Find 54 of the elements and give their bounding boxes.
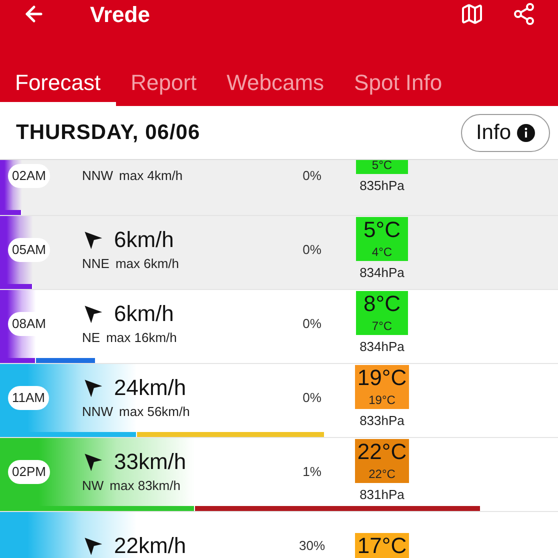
- pressure: 834hPa: [360, 338, 404, 356]
- temperature: 19°C: [357, 365, 407, 392]
- pressure: 834hPa: [360, 264, 404, 282]
- rain-chance: 0%: [302, 390, 322, 405]
- wind-speed: 33km/h: [114, 448, 186, 476]
- info-button[interactable]: Info: [460, 114, 550, 152]
- feels-like: 22°C: [368, 466, 396, 484]
- wind-direction: NE: [82, 329, 100, 348]
- window-title: Vrede: [90, 0, 150, 28]
- temperature: 5°C: [364, 217, 400, 244]
- feels-like: 4°C: [372, 244, 392, 262]
- wind-speed: 22km/h: [114, 532, 186, 558]
- rain-chance: 30%: [298, 538, 326, 553]
- rain-chance: 0%: [302, 168, 322, 183]
- wind-direction: NNW: [82, 167, 114, 186]
- feels-like: 7°C: [372, 318, 392, 336]
- temperature: 22°C: [357, 439, 407, 466]
- time-label: 02PM: [8, 460, 50, 484]
- pressure: 831hPa: [360, 486, 404, 504]
- max-gust: max 4km/h: [119, 167, 183, 186]
- tab[interactable]: Spot Info: [339, 62, 458, 106]
- wind-arrow-icon: [82, 451, 104, 474]
- time-label: 11AM: [8, 386, 49, 410]
- wind-arrow-icon: [82, 229, 104, 252]
- rain-chance: 1%: [302, 464, 322, 479]
- time-label: 05AM: [8, 238, 50, 262]
- time-label: 02AM: [8, 164, 50, 188]
- temperature: 8°C: [364, 291, 400, 318]
- pressure: 835hPa: [360, 177, 404, 196]
- wind-arrow-icon: [82, 377, 104, 400]
- tab[interactable]: Report: [116, 62, 212, 106]
- max-gust: max 83km/h: [110, 477, 180, 496]
- feels-like: 19°C: [368, 392, 396, 410]
- rain-chance: 0%: [302, 242, 322, 257]
- wind-speed: 6km/h: [114, 226, 174, 254]
- wind-arrow-icon: [82, 535, 104, 557]
- info-icon: [517, 124, 535, 142]
- tab[interactable]: Webcams: [212, 62, 340, 106]
- wind-speed: 24km/h: [114, 374, 186, 402]
- day-title: THURSDAY, 06/06: [16, 120, 200, 146]
- wind-speed: 6km/h: [114, 300, 174, 328]
- feels-like: 5°C: [372, 160, 392, 174]
- map-icon[interactable]: [460, 2, 484, 26]
- wind-direction: NNE: [82, 255, 110, 274]
- temperature: 17°C: [357, 533, 407, 558]
- rain-chance: 0%: [302, 316, 322, 331]
- wind-direction: NNW: [82, 403, 114, 422]
- wind-arrow-icon: [82, 303, 104, 326]
- wind-direction: NW: [82, 477, 104, 496]
- max-gust: max 6km/h: [115, 255, 180, 274]
- max-gust: max 56km/h: [119, 403, 190, 422]
- pressure: 833hPa: [360, 412, 404, 430]
- max-gust: max 16km/h: [106, 329, 177, 348]
- share-icon[interactable]: [512, 2, 536, 26]
